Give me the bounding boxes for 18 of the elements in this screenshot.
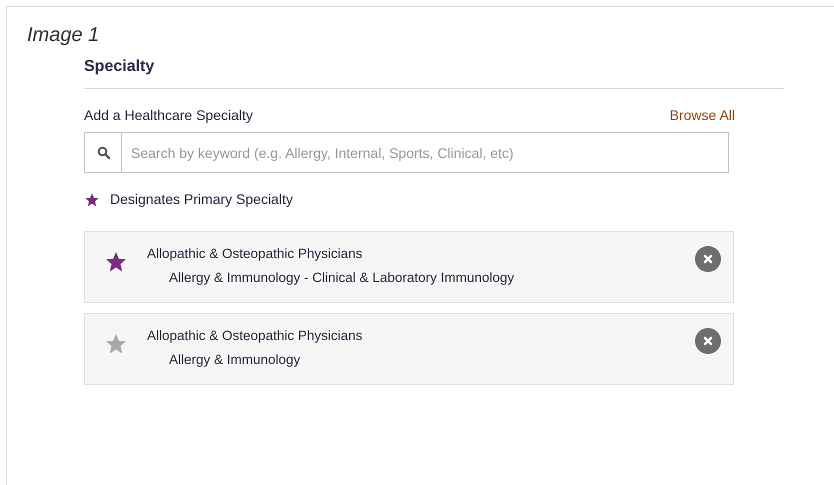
search-icon (96, 146, 110, 159)
browse-all-link[interactable]: Browse All (670, 105, 735, 125)
primary-star-icon[interactable] (104, 332, 128, 356)
specialty-name: Allergy & Immunology - Clinical & Laboratory Immunology (168, 269, 516, 287)
close-icon (703, 254, 713, 264)
field-label: Add a Healthcare Specialty (84, 106, 253, 125)
specialty-name: Allergy & Immunology (168, 351, 302, 369)
search-field[interactable]: Search by keyword (e.g. Allergy, Internal, Sports, Clinical, etc) (84, 132, 729, 173)
star-icon (84, 192, 100, 208)
image-caption: Image 1 (27, 23, 100, 47)
specialty-group: Allopathic & Osteopathic Physicians (147, 324, 683, 348)
legend-text: Designates Primary Specialty (110, 190, 293, 209)
section-title: Specialty (84, 57, 154, 77)
primary-star-icon[interactable] (104, 250, 128, 274)
close-icon (703, 336, 713, 346)
remove-button[interactable] (695, 328, 721, 354)
specialty-group: Allopathic & Osteopathic Physicians (147, 242, 683, 266)
remove-button[interactable] (695, 246, 721, 272)
